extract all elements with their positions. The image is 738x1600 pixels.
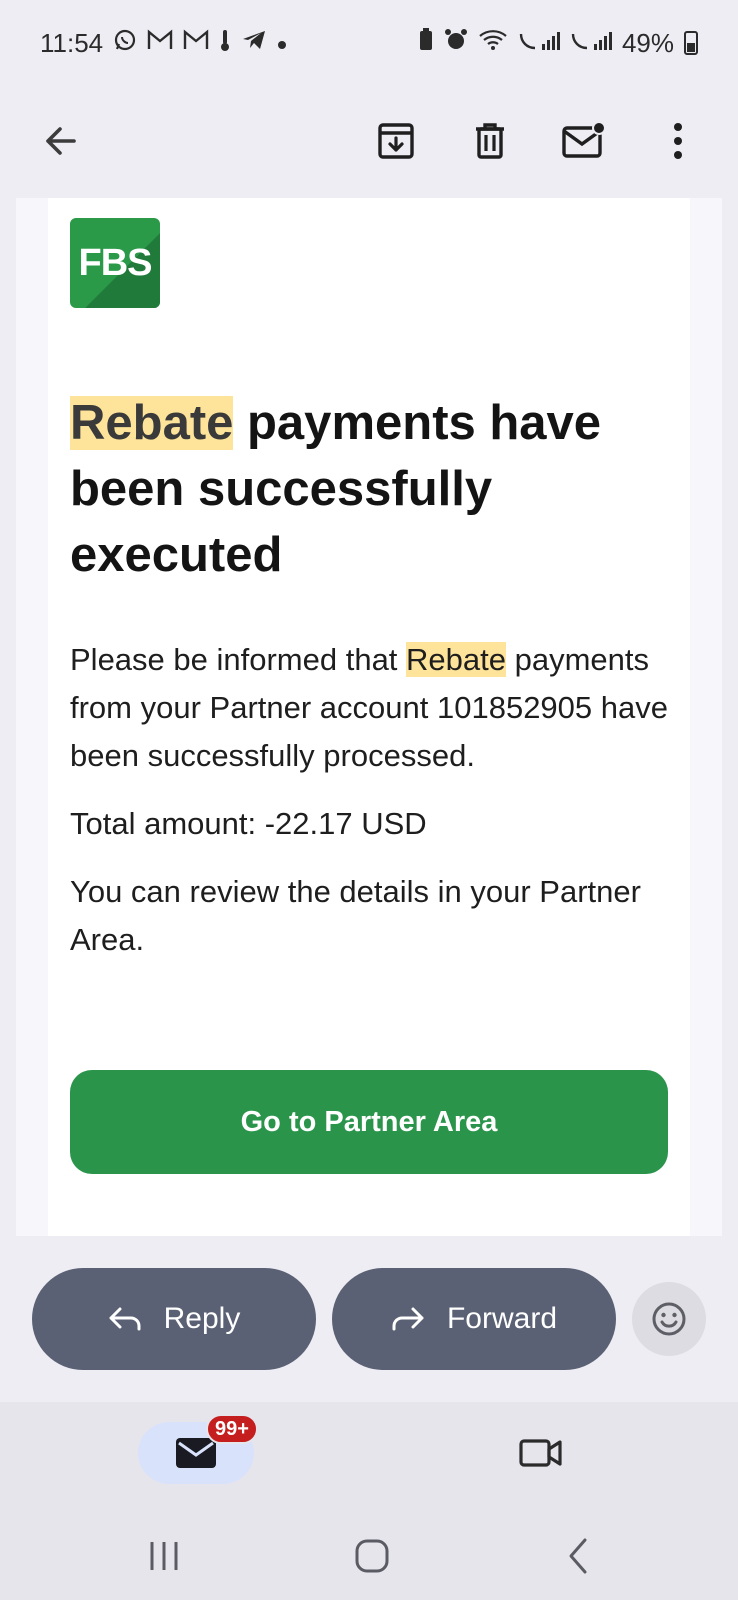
status-right: 49%: [418, 28, 698, 59]
mail-icon: [176, 1438, 216, 1468]
more-vert-icon[interactable]: [648, 111, 708, 171]
smiley-icon: [652, 1302, 686, 1336]
reply-button[interactable]: Reply: [32, 1268, 316, 1370]
thermometer-icon: [219, 28, 231, 58]
email-paragraph: Please be informed that Rebate payments …: [70, 636, 670, 780]
logo-text: FBS: [78, 241, 153, 284]
app-bar: [0, 86, 738, 196]
dot-icon: [277, 30, 287, 56]
fbs-logo: FBS: [70, 218, 160, 308]
sim2-signal-icon: [570, 28, 612, 58]
recent-apps-icon[interactable]: [134, 1526, 194, 1586]
gmail-email-screen: 11:54 49% FBS Rebate payments have been …: [0, 0, 738, 1600]
headline-highlight: Rebate: [70, 396, 234, 450]
email-body-area: FBS Rebate payments have been successful…: [16, 198, 722, 1236]
bottom-navigation: 99+: [0, 1402, 738, 1506]
forward-icon: [392, 1307, 424, 1331]
gmail-icon: [183, 29, 209, 57]
forward-button[interactable]: Forward: [332, 1268, 616, 1370]
emoji-reaction-button[interactable]: [632, 1282, 706, 1356]
forward-label: Forward: [446, 1302, 558, 1335]
sim1-signal-icon: [518, 28, 560, 58]
gmail-icon: [147, 29, 173, 57]
battery-percent: 49%: [621, 27, 674, 58]
delete-icon[interactable]: [460, 111, 520, 171]
status-left: 11:54: [40, 28, 287, 59]
unread-count-badge: 99+: [206, 1414, 258, 1444]
para-highlight: Rebate: [406, 642, 507, 677]
clock: 11:54: [40, 27, 104, 58]
system-navigation: [0, 1506, 738, 1600]
email-headline: Rebate payments have been successfully e…: [70, 390, 670, 588]
review-text: You can review the details in your Partn…: [70, 874, 641, 957]
archive-icon[interactable]: [366, 111, 426, 171]
battery-saver-icon: [418, 28, 434, 58]
home-icon[interactable]: [342, 1526, 402, 1586]
total-amount: Total amount: -22.17 USD: [70, 806, 427, 841]
reply-icon: [109, 1307, 141, 1331]
para-prefix: Please be informed that: [70, 642, 407, 677]
wifi-icon: [478, 28, 508, 58]
whatsapp-icon: [113, 28, 137, 58]
mark-unread-icon[interactable]: [554, 111, 614, 171]
back-nav-icon[interactable]: [548, 1526, 608, 1586]
back-arrow-icon[interactable]: [30, 111, 90, 171]
reply-label: Reply: [163, 1302, 241, 1335]
reply-actions: Reply Forward: [0, 1236, 738, 1402]
meet-tab[interactable]: [518, 1430, 564, 1476]
battery-icon: [684, 31, 698, 55]
go-to-partner-area-button[interactable]: Go to Partner Area: [70, 1070, 668, 1174]
video-camera-icon: [519, 1439, 562, 1467]
email-card: FBS Rebate payments have been successful…: [48, 198, 690, 1236]
status-bar: 11:54 49%: [0, 0, 738, 86]
alarm-icon: [444, 28, 468, 58]
telegram-icon: [241, 29, 267, 57]
